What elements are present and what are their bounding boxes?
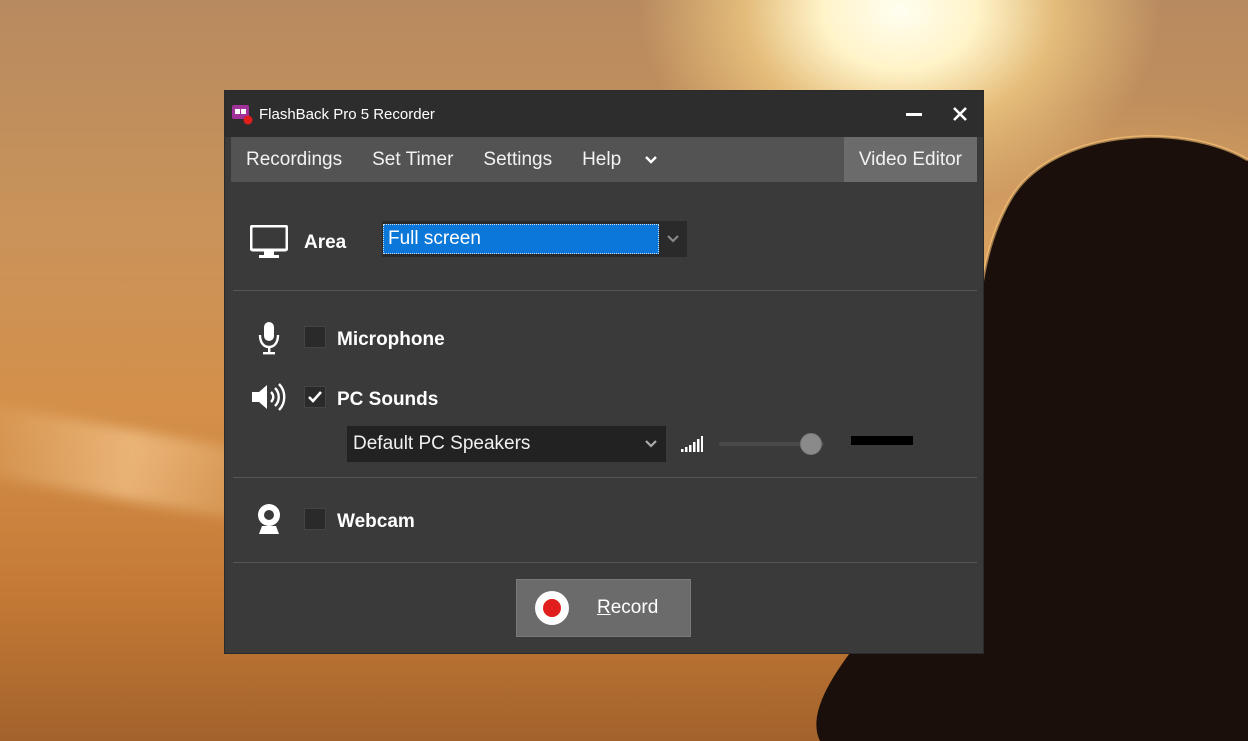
- volume-slider[interactable]: [719, 433, 824, 455]
- app-logo-icon: [231, 103, 253, 125]
- section-divider: [233, 562, 977, 563]
- pc-sounds-label: PC Sounds: [337, 389, 439, 410]
- webcam-icon: [258, 504, 280, 534]
- menu-recordings[interactable]: Recordings: [231, 149, 357, 171]
- webcam-checkbox[interactable]: [304, 508, 326, 530]
- microphone-icon: [258, 322, 280, 355]
- menu-set-timer[interactable]: Set Timer: [357, 149, 468, 171]
- webcam-label: Webcam: [337, 511, 415, 532]
- chevron-down-icon: [667, 235, 679, 243]
- minimize-button[interactable]: [891, 91, 937, 137]
- volume-slider-thumb[interactable]: [800, 433, 823, 455]
- record-icon: [535, 591, 569, 625]
- chevron-down-icon: [645, 155, 658, 164]
- title-bar[interactable]: FlashBack Pro 5 Recorder: [225, 91, 983, 137]
- microphone-label: Microphone: [337, 329, 445, 350]
- menu-bar: Recordings Set Timer Settings Help Video…: [231, 137, 977, 182]
- close-icon: [953, 107, 967, 121]
- monitor-icon: [250, 225, 288, 258]
- section-divider: [233, 290, 977, 291]
- area-dropdown[interactable]: Full screen: [382, 221, 687, 257]
- video-editor-button[interactable]: Video Editor: [843, 137, 977, 182]
- speakers-selected-value: Default PC Speakers: [353, 433, 531, 454]
- close-button[interactable]: [937, 91, 983, 137]
- volume-bars-icon: [681, 436, 703, 452]
- menu-more-button[interactable]: [636, 155, 666, 165]
- record-label: Record: [597, 597, 659, 618]
- speaker-icon: [252, 383, 286, 411]
- recorder-window: FlashBack Pro 5 Recorder Recordings Set …: [224, 90, 984, 654]
- audio-level-meter: [851, 436, 913, 445]
- menu-settings[interactable]: Settings: [468, 149, 567, 171]
- pc-sounds-checkbox[interactable]: [304, 386, 326, 408]
- area-label: Area: [304, 232, 347, 253]
- chevron-down-icon: [645, 440, 657, 448]
- record-button[interactable]: Record: [516, 579, 691, 637]
- minimize-icon: [906, 113, 922, 116]
- section-divider: [233, 477, 977, 478]
- menu-help[interactable]: Help: [567, 149, 636, 171]
- microphone-checkbox[interactable]: [304, 326, 326, 348]
- speakers-dropdown[interactable]: Default PC Speakers: [347, 426, 666, 462]
- window-title: FlashBack Pro 5 Recorder: [259, 105, 435, 123]
- checkmark-icon: [308, 391, 322, 403]
- area-selected-value: Full screen: [383, 224, 659, 254]
